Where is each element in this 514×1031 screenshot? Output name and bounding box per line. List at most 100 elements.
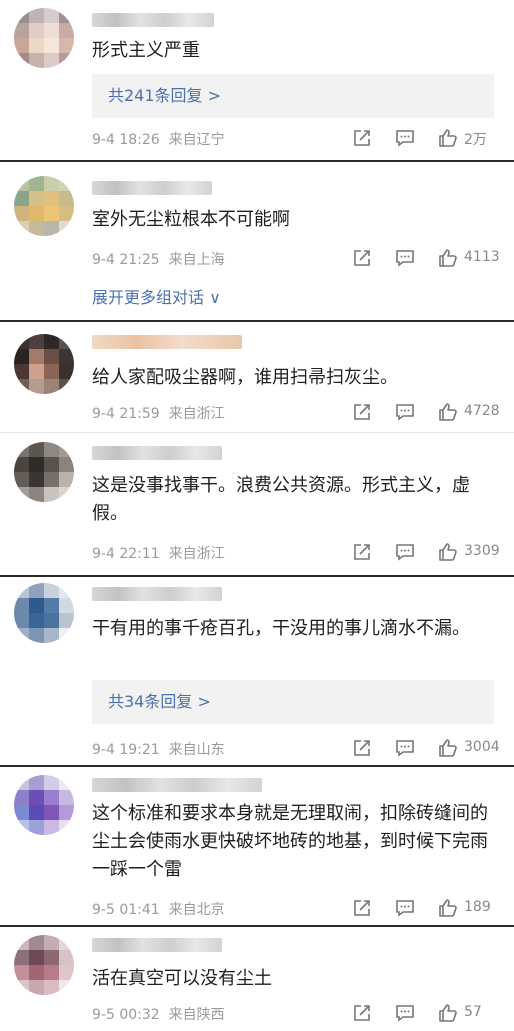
avatar-mosaic-cell — [29, 442, 44, 457]
thumbs-up-icon[interactable] — [438, 248, 458, 268]
avatar-mosaic-cell — [14, 38, 29, 53]
avatar-mosaic-cell — [59, 8, 74, 23]
forward-icon[interactable] — [352, 402, 372, 422]
avatar-mosaic-cell — [59, 442, 74, 457]
avatar-mosaic-cell — [14, 598, 29, 613]
avatar-mosaic-cell — [59, 965, 74, 980]
comment-timestamp: 9-5 01:41 来自北京 — [92, 902, 225, 918]
avatar-mosaic-cell — [44, 598, 59, 613]
avatar-mosaic-cell — [44, 191, 59, 206]
avatar-mosaic-cell — [29, 379, 44, 394]
avatar-mosaic-cell — [29, 583, 44, 598]
avatar[interactable] — [14, 775, 74, 835]
avatar-mosaic-cell — [44, 950, 59, 965]
expand-more-conversations-link[interactable]: 展开更多组对话 ∨ — [92, 284, 221, 308]
avatar[interactable] — [14, 583, 74, 643]
comment-card: 干有用的事千疮百孔，干没用的事儿滴水不漏。 共34条回复 > 9-4 19:21… — [0, 575, 514, 765]
avatar-mosaic-cell — [44, 8, 59, 23]
comment-icon[interactable] — [395, 898, 415, 918]
avatar-mosaic-cell — [44, 613, 59, 628]
avatar-mosaic-cell — [44, 935, 59, 950]
avatar-mosaic-cell — [29, 364, 44, 379]
username-blurred[interactable] — [92, 587, 222, 601]
comment-text: 活在真空可以没有尘土 — [92, 968, 272, 989]
comment-icon[interactable] — [395, 402, 415, 422]
avatar-mosaic-cell — [29, 221, 44, 236]
comment-meta: 9-4 21:59 来自浙江 4728 — [92, 400, 500, 424]
comment-meta: 9-4 18:26 来自辽宁 2万 — [92, 126, 496, 150]
avatar-mosaic-cell — [14, 820, 29, 835]
divider — [0, 432, 514, 433]
comment-text: 形式主义严重 — [92, 40, 200, 61]
avatar-mosaic-cell — [59, 790, 74, 805]
thumbs-up-icon[interactable] — [438, 542, 458, 562]
like-count: 2万 — [464, 132, 487, 148]
avatar-mosaic-cell — [59, 598, 74, 613]
avatar-mosaic-cell — [59, 53, 74, 68]
forward-icon[interactable] — [352, 738, 372, 758]
avatar-mosaic-cell — [14, 613, 29, 628]
avatar-mosaic-cell — [29, 176, 44, 191]
avatar-mosaic-cell — [29, 349, 44, 364]
avatar-mosaic-cell — [44, 805, 59, 820]
comment-icon[interactable] — [395, 128, 415, 148]
like-count: 4113 — [464, 249, 500, 265]
thumbs-up-icon[interactable] — [438, 1003, 458, 1023]
forward-icon[interactable] — [352, 542, 372, 562]
username-blurred[interactable] — [92, 938, 222, 952]
comment-text: 这是没事找事干。浪费公共资源。形式主义，虚假。 — [92, 475, 470, 524]
username-blurred[interactable] — [92, 335, 242, 349]
comment-icon[interactable] — [395, 738, 415, 758]
reply-count-link[interactable]: 共34条回复 > — [92, 680, 494, 724]
forward-icon[interactable] — [352, 898, 372, 918]
avatar-mosaic-cell — [14, 206, 29, 221]
avatar-mosaic-cell — [44, 775, 59, 790]
comment-icon[interactable] — [395, 542, 415, 562]
avatar-mosaic-cell — [29, 206, 44, 221]
username-blurred[interactable] — [92, 446, 222, 460]
thumbs-up-icon[interactable] — [438, 402, 458, 422]
avatar[interactable] — [14, 935, 74, 995]
thumbs-up-icon[interactable] — [438, 898, 458, 918]
avatar-mosaic-cell — [44, 583, 59, 598]
comment-icon[interactable] — [395, 1003, 415, 1023]
comment-text: 室外无尘粒根本不可能啊 — [92, 209, 290, 230]
avatar-mosaic-cell — [59, 950, 74, 965]
avatar[interactable] — [14, 442, 74, 502]
username-blurred[interactable] — [92, 181, 212, 195]
avatar-mosaic-cell — [59, 349, 74, 364]
comment-timestamp: 9-4 19:21 来自山东 — [92, 742, 225, 758]
reply-count-link[interactable]: 共241条回复 > — [92, 74, 494, 118]
thumbs-up-icon[interactable] — [438, 128, 458, 148]
avatar-mosaic-cell — [59, 334, 74, 349]
avatar-mosaic-cell — [14, 472, 29, 487]
avatar-mosaic-cell — [59, 364, 74, 379]
avatar-mosaic-cell — [59, 23, 74, 38]
forward-icon[interactable] — [352, 128, 372, 148]
comment-meta: 9-4 19:21 来自山东 3004 — [92, 736, 500, 760]
username-blurred[interactable] — [92, 13, 214, 27]
avatar[interactable] — [14, 176, 74, 236]
avatar-mosaic-cell — [14, 364, 29, 379]
avatar-mosaic-cell — [59, 191, 74, 206]
avatar[interactable] — [14, 8, 74, 68]
avatar[interactable] — [14, 334, 74, 394]
avatar-mosaic-cell — [44, 38, 59, 53]
forward-icon[interactable] — [352, 248, 372, 268]
avatar-mosaic-cell — [29, 790, 44, 805]
comment-timestamp: 9-4 21:59 来自浙江 — [92, 406, 225, 422]
avatar-mosaic-cell — [29, 628, 44, 643]
forward-icon[interactable] — [352, 1003, 372, 1023]
avatar-mosaic-cell — [29, 38, 44, 53]
avatar-mosaic-cell — [14, 628, 29, 643]
comment-icon[interactable] — [395, 248, 415, 268]
avatar-mosaic-cell — [59, 38, 74, 53]
comment-card: 室外无尘粒根本不可能啊 9-4 21:25 来自上海 4113 展开更多组对话 … — [0, 160, 514, 320]
username-blurred[interactable] — [92, 778, 262, 792]
thumbs-up-icon[interactable] — [438, 738, 458, 758]
avatar-mosaic-cell — [59, 176, 74, 191]
comment-timestamp: 9-4 22:11 来自浙江 — [92, 546, 225, 562]
avatar-mosaic-cell — [44, 23, 59, 38]
avatar-mosaic-cell — [14, 334, 29, 349]
like-count: 189 — [464, 899, 491, 915]
